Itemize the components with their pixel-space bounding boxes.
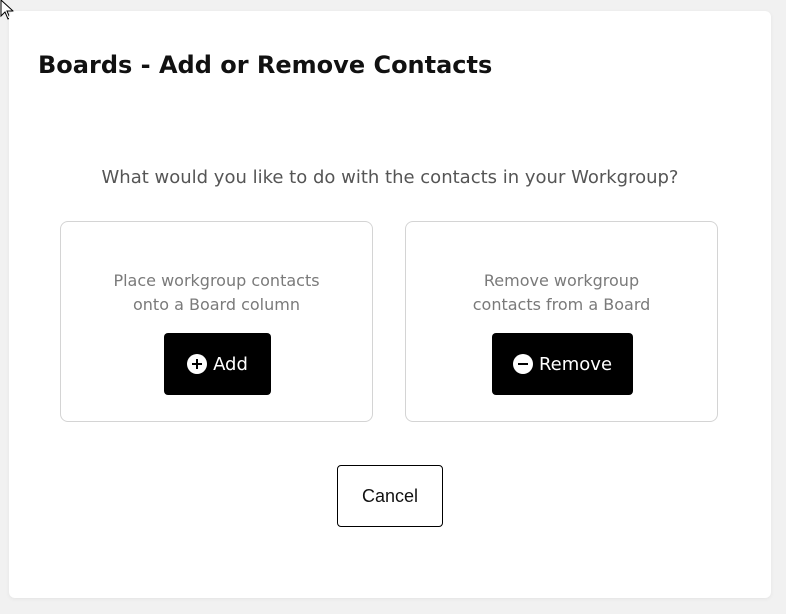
add-button-label: Add <box>213 353 248 375</box>
remove-contacts-card: Remove workgroup contacts from a Board R… <box>405 221 718 422</box>
dialog-prompt: What would you like to do with the conta… <box>101 167 679 188</box>
add-description-line2: onto a Board column <box>133 295 300 314</box>
minus-circle-icon <box>512 354 533 374</box>
remove-button[interactable]: Remove <box>492 333 633 395</box>
dialog-title: Boards - Add or Remove Contacts <box>38 51 493 79</box>
plus-circle-icon <box>187 354 208 374</box>
remove-description-line1: Remove workgroup <box>483 271 640 290</box>
remove-description-line2: contacts from a Board <box>472 295 651 314</box>
add-card-description: Place workgroup contacts onto a Board co… <box>61 269 372 317</box>
add-contacts-card: Place workgroup contacts onto a Board co… <box>60 221 373 422</box>
cancel-button[interactable]: Cancel <box>337 465 443 527</box>
remove-button-label: Remove <box>538 353 613 375</box>
add-button[interactable]: Add <box>164 333 271 395</box>
add-description-line1: Place workgroup contacts <box>113 271 320 290</box>
remove-card-description: Remove workgroup contacts from a Board <box>406 269 717 317</box>
add-remove-contacts-dialog: Boards - Add or Remove Contacts What wou… <box>9 11 771 598</box>
